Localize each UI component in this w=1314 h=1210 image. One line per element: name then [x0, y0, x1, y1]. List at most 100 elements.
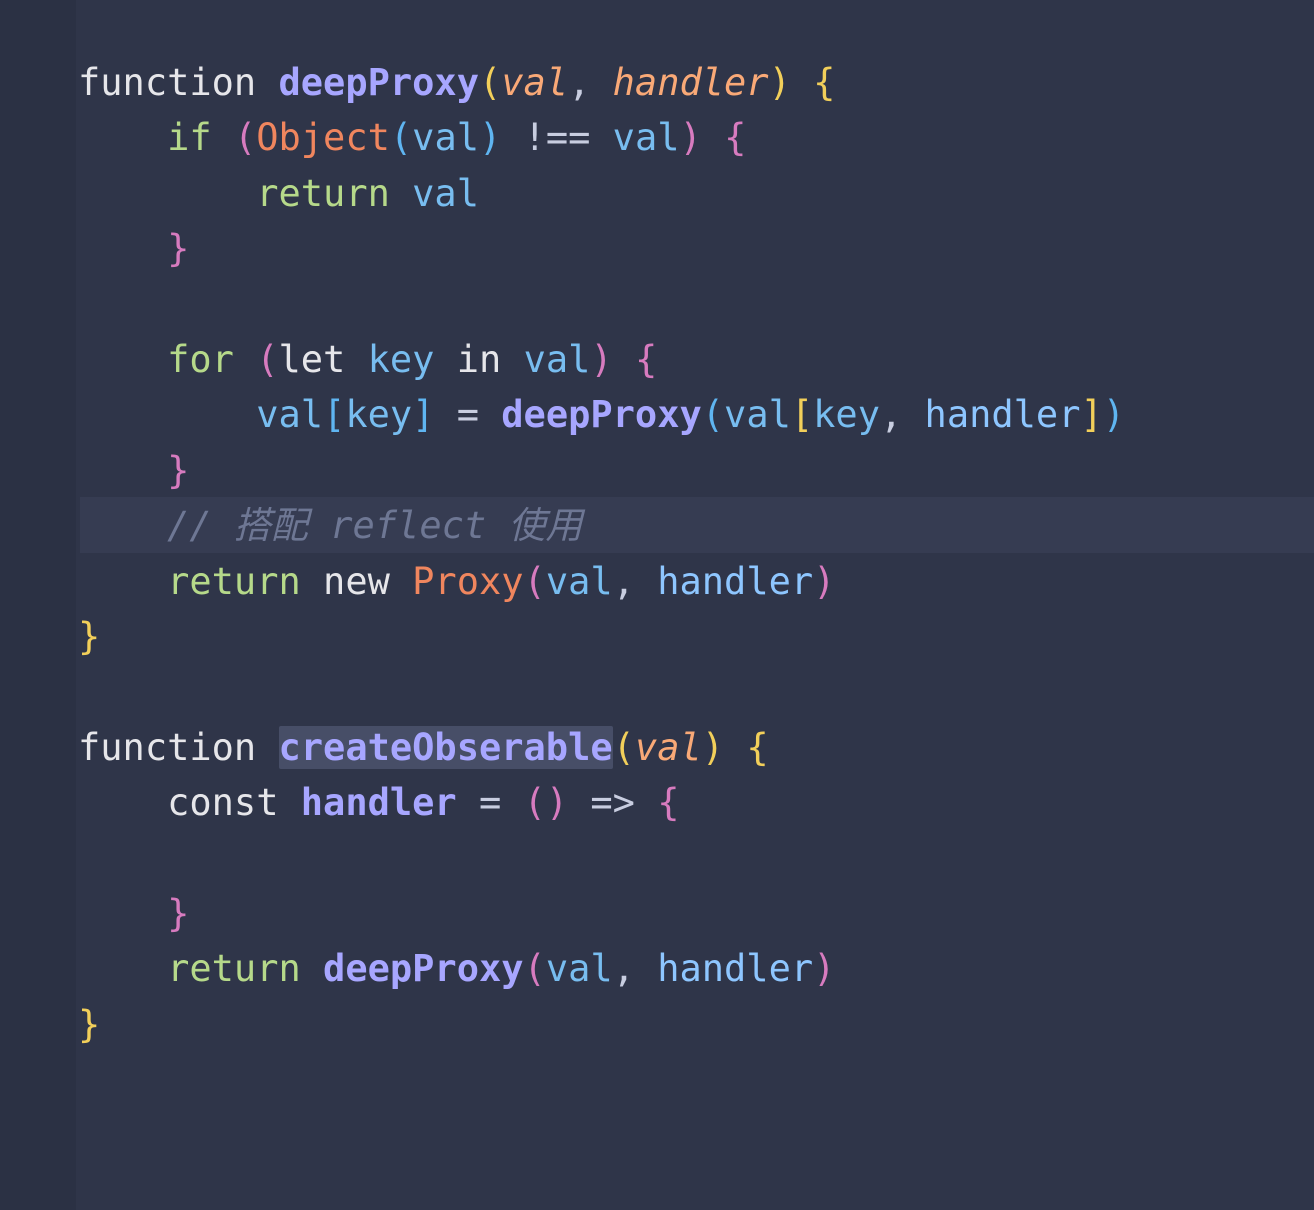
code-token: function [78, 61, 257, 104]
code-token: , [879, 393, 925, 437]
code-token: val [634, 725, 702, 769]
code-token: val [412, 171, 479, 215]
code-editor[interactable]: function deepProxy(val, handler) { if (O… [0, 0, 1314, 1210]
code-token: deepProxy [501, 393, 702, 437]
code-token: new [323, 559, 390, 603]
code-line[interactable]: // 搭配 reflect 使用 [78, 498, 1125, 553]
code-token: , [612, 947, 658, 991]
code-token: ( [256, 337, 279, 381]
code-line[interactable]: } [78, 609, 1125, 664]
code-token: val [412, 116, 479, 160]
code-token: ) [679, 116, 702, 160]
code-line[interactable]: } [78, 886, 1125, 941]
code-token: handler [300, 781, 457, 825]
code-token: } [167, 891, 190, 935]
code-token: { [724, 116, 747, 160]
code-token: key [345, 393, 413, 437]
code-token: ( [478, 61, 502, 104]
code-token: ( [523, 947, 546, 991]
code-line[interactable]: return deepProxy(val, handler) [78, 941, 1125, 996]
code-line[interactable] [78, 830, 1125, 885]
code-token: key [367, 337, 435, 381]
code-token: ] [1080, 393, 1103, 437]
code-token: Proxy [412, 559, 524, 603]
code-token: val [612, 116, 680, 160]
code-line[interactable]: if (Object(val) !== val) { [78, 110, 1125, 165]
code-line[interactable] [78, 664, 1125, 719]
code-token: Object [256, 116, 390, 160]
code-token: { [746, 725, 769, 769]
editor-gutter [0, 0, 76, 1210]
code-token: val [501, 61, 569, 104]
code-token: return [167, 559, 301, 603]
code-token: = [456, 393, 479, 437]
code-token: } [167, 448, 190, 492]
code-token: = [479, 781, 502, 825]
code-token: for [167, 337, 234, 381]
code-line[interactable]: function deepProxy(val, handler) { [78, 55, 1125, 110]
code-line[interactable]: function createObserable(val) { [78, 720, 1125, 775]
code-token: ) [479, 116, 502, 160]
code-line[interactable]: for (let key in val) { [78, 332, 1125, 387]
code-token: handler [657, 559, 814, 603]
code-line[interactable]: const handler = () => { [78, 775, 1125, 830]
code-token: , [568, 61, 613, 104]
code-line[interactable] [78, 277, 1125, 332]
code-token: ) [768, 61, 791, 104]
code-token: , [612, 559, 658, 603]
code-token: } [78, 614, 101, 658]
code-token: val [523, 337, 591, 381]
code-token: return [167, 947, 301, 991]
code-token: let [278, 337, 346, 381]
code-token: { [657, 781, 680, 825]
code-token: ( [701, 393, 725, 437]
code-token: [ [323, 393, 346, 437]
code-token: ( [523, 559, 546, 603]
code-token: deepProxy [278, 61, 479, 104]
code-token: val [545, 559, 613, 603]
code-token: // 搭配 reflect 使用 [167, 504, 583, 548]
code-token: handler [924, 393, 1081, 437]
code-area[interactable]: function deepProxy(val, handler) { if (O… [78, 55, 1125, 1052]
code-token: ) [813, 559, 836, 603]
code-token: [ [790, 393, 814, 437]
code-line[interactable]: return new Proxy(val, handler) [78, 554, 1125, 609]
code-token: handler [657, 947, 814, 991]
code-token: ( [233, 116, 257, 160]
code-line[interactable]: return val [78, 166, 1125, 221]
code-line[interactable]: } [78, 443, 1125, 498]
code-token: () [523, 781, 569, 825]
code-line[interactable]: } [78, 221, 1125, 276]
code-token: } [167, 227, 190, 271]
code-token: ( [389, 116, 413, 160]
code-token: ] [412, 393, 435, 437]
code-token: { [813, 61, 836, 104]
code-line[interactable]: val[key] = deepProxy(val[key, handler]) [78, 387, 1125, 442]
code-line[interactable]: } [78, 997, 1125, 1052]
